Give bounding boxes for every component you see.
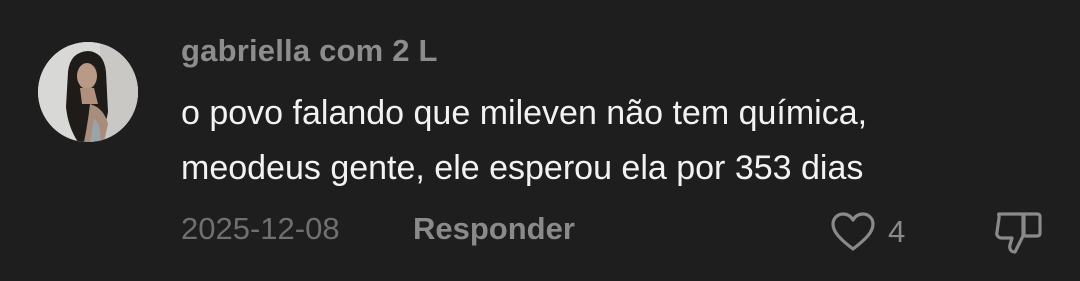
avatar[interactable] [38,42,138,142]
avatar-image [38,42,138,142]
reply-button[interactable]: Responder [413,211,575,247]
like-button[interactable]: 4 [830,210,905,254]
username[interactable]: gabriella com 2 L [181,33,438,69]
comment-text-line: meodeus gente, ele esperou ela por 353 d… [181,149,864,187]
comment-text: o povo falando que mileven não tem quími… [181,86,1041,196]
thumbs-down-outline-icon [995,212,1042,254]
dislike-button[interactable] [993,208,1043,256]
comment-item: gabriella com 2 L o povo falando que mil… [0,0,1080,281]
like-count: 4 [888,214,906,249]
heart-outline-icon [831,212,875,251]
comment-date: 2025-12-08 [181,211,340,246]
comment-text-line: o povo falando que mileven não tem quími… [181,94,868,132]
